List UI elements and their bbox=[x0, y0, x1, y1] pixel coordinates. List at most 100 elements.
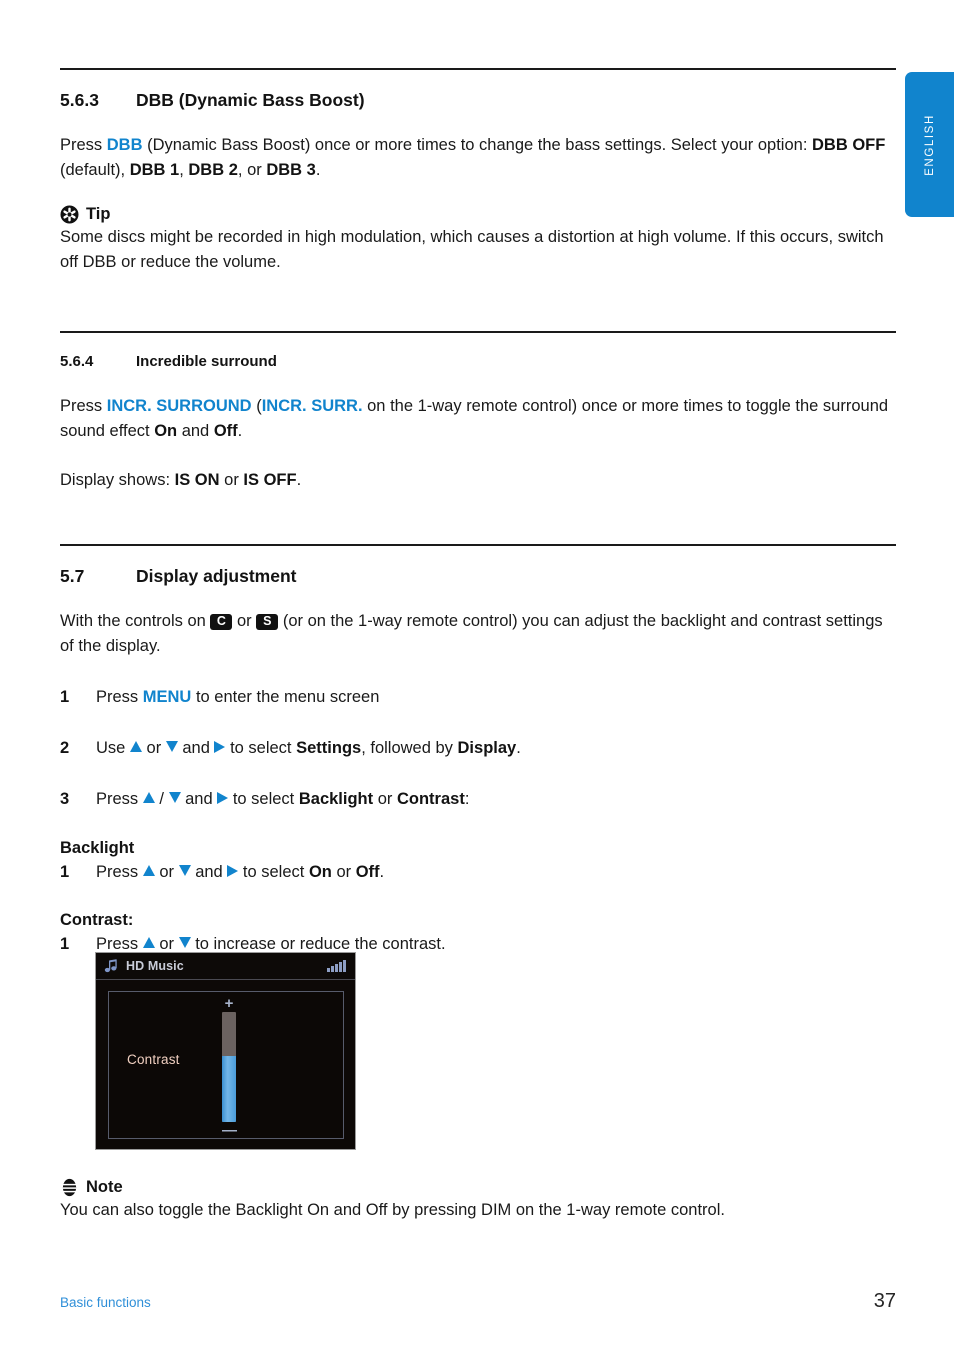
surround-key-primary: INCR. SURROUND bbox=[106, 396, 252, 415]
note-label: Note bbox=[86, 1178, 123, 1196]
bl-a: Press bbox=[96, 863, 143, 882]
step-text: Press or and to select On or Off. bbox=[96, 860, 896, 885]
dbb-text-a: Press bbox=[60, 136, 107, 154]
section-title: Incredible surround bbox=[136, 352, 277, 370]
step1-menu-key: MENU bbox=[142, 688, 192, 707]
contrast-slider[interactable] bbox=[222, 1012, 236, 1122]
step-number: 1 bbox=[60, 935, 70, 954]
intro-text-b: or bbox=[232, 611, 257, 630]
step-text: Use or and to select Settings, followed … bbox=[96, 736, 896, 761]
arrow-right-icon bbox=[214, 740, 226, 753]
step1-b: to enter the menu screen bbox=[191, 688, 380, 707]
section-title: Display adjustment bbox=[136, 565, 297, 586]
arrow-down-icon bbox=[168, 791, 181, 803]
surround-text-d: and bbox=[177, 421, 214, 440]
section-number: 5.6.3 bbox=[60, 90, 99, 110]
control-badge-s-icon: S bbox=[256, 613, 279, 630]
surround-off: Off bbox=[213, 421, 238, 440]
heading-5-7: 5.7 Display adjustment bbox=[60, 566, 896, 587]
display-adjustment-intro: With the controls on C or S (or on the 1… bbox=[60, 609, 896, 659]
backlight-heading: Backlight bbox=[60, 839, 135, 858]
slider-minus-label: — bbox=[222, 1122, 237, 1139]
section-number: 5.7 bbox=[60, 565, 85, 586]
divider-display-adjustment bbox=[60, 543, 896, 546]
step-number: 1 bbox=[60, 863, 70, 882]
signal-bars-icon bbox=[327, 960, 346, 972]
bl-e: or bbox=[331, 863, 356, 882]
bl-on: On bbox=[308, 863, 332, 882]
step3-backlight: Backlight bbox=[298, 789, 374, 808]
contrast-slider-fill bbox=[222, 1056, 236, 1122]
bl-c: and bbox=[190, 863, 228, 882]
dbb-option-1: DBB 1 bbox=[129, 161, 180, 180]
music-note-icon bbox=[104, 959, 119, 973]
footer-page-number: 37 bbox=[873, 1290, 896, 1312]
surround-key-secondary: INCR. SURR. bbox=[261, 396, 363, 415]
surround-text-a: Press bbox=[60, 396, 107, 415]
note-text: You can also toggle the Backlight On and… bbox=[60, 1201, 725, 1219]
dbb-text-b: (Dynamic Bass Boost) once or more times … bbox=[142, 136, 812, 154]
heading-5-6-4: 5.6.4 Incredible surround bbox=[60, 353, 896, 370]
step3-contrast: Contrast bbox=[396, 789, 465, 808]
section-title: DBB (Dynamic Bass Boost) bbox=[136, 90, 365, 110]
language-tab: ENGLISH bbox=[905, 72, 954, 217]
surround-paragraph: Press INCR. SURROUND (INCR. SURR. on the… bbox=[60, 394, 896, 444]
section-number: 5.6.4 bbox=[60, 352, 94, 370]
dbb-text-e: , or bbox=[237, 161, 267, 180]
note-lines-icon bbox=[60, 1178, 79, 1197]
divider-top bbox=[60, 68, 896, 70]
ct-b: or bbox=[154, 935, 179, 954]
tip-header: Tip bbox=[60, 205, 896, 224]
divider-surround bbox=[60, 330, 896, 333]
heading-5-6-3: 5.6.3 DBB (Dynamic Bass Boost) bbox=[60, 90, 896, 111]
note-callout: Note You can also toggle the Backlight O… bbox=[60, 1178, 896, 1223]
device-panel: Contrast + — bbox=[108, 991, 344, 1139]
tip-text: Some discs might be recorded in high mod… bbox=[60, 228, 884, 271]
surround-display-paragraph: Display shows: IS ON or IS OFF. bbox=[60, 468, 896, 493]
step3-a: Press bbox=[96, 789, 143, 808]
step3-f: : bbox=[464, 789, 470, 808]
bl-b: or bbox=[154, 863, 179, 882]
tip-label: Tip bbox=[86, 205, 111, 224]
arrow-up-icon bbox=[142, 865, 155, 877]
step3-d: to select bbox=[228, 789, 299, 808]
bl-f: . bbox=[379, 863, 385, 882]
step2-display: Display bbox=[457, 738, 517, 757]
dbb-text-f: . bbox=[315, 161, 321, 180]
dbb-paragraph: Press DBB (Dynamic Bass Boost) once or m… bbox=[60, 133, 896, 183]
display-is-off: IS OFF bbox=[243, 470, 297, 489]
bl-off: Off bbox=[355, 863, 380, 882]
display-is-on: IS ON bbox=[174, 470, 220, 489]
step-3: 3 Press / and to select Backlight or Con… bbox=[60, 787, 896, 812]
device-title: HD Music bbox=[126, 959, 184, 973]
bl-d: to select bbox=[238, 863, 309, 882]
tip-asterisk-icon bbox=[60, 205, 79, 224]
arrow-right-icon bbox=[217, 791, 229, 804]
display-text-c: . bbox=[296, 470, 302, 489]
dbb-option-off: DBB OFF bbox=[812, 136, 886, 154]
step-text: Press MENU to enter the menu screen bbox=[96, 685, 896, 710]
step-number: 2 bbox=[60, 738, 70, 757]
note-header: Note bbox=[60, 1178, 896, 1197]
step-2: 2 Use or and to select Settings, followe… bbox=[60, 736, 896, 761]
arrow-right-icon bbox=[227, 865, 239, 878]
dbb-text-d: , bbox=[179, 161, 189, 180]
step-1: 1 Press MENU to enter the menu screen bbox=[60, 685, 896, 710]
surround-text-b: ( bbox=[251, 396, 262, 415]
step2-settings: Settings bbox=[296, 738, 362, 757]
dbb-text-c: (default), bbox=[60, 161, 130, 180]
step2-a: Use bbox=[96, 738, 130, 757]
step2-d: to select bbox=[225, 738, 297, 757]
page-content: 5.6.3 DBB (Dynamic Bass Boost) Press DBB… bbox=[60, 0, 896, 1350]
display-text-a: Display shows: bbox=[60, 470, 175, 489]
step1-a: Press bbox=[96, 688, 143, 707]
arrow-up-icon bbox=[142, 937, 155, 949]
slider-plus-label: + bbox=[224, 995, 234, 1012]
step3-c: and bbox=[180, 789, 218, 808]
dbb-option-3: DBB 3 bbox=[266, 161, 316, 180]
tip-callout: Tip Some discs might be recorded in high… bbox=[60, 205, 896, 275]
step2-b: or bbox=[141, 738, 166, 757]
surround-text-e: . bbox=[237, 421, 243, 440]
language-tab-label: ENGLISH bbox=[923, 113, 936, 176]
control-badge-c-icon: C bbox=[210, 613, 233, 630]
